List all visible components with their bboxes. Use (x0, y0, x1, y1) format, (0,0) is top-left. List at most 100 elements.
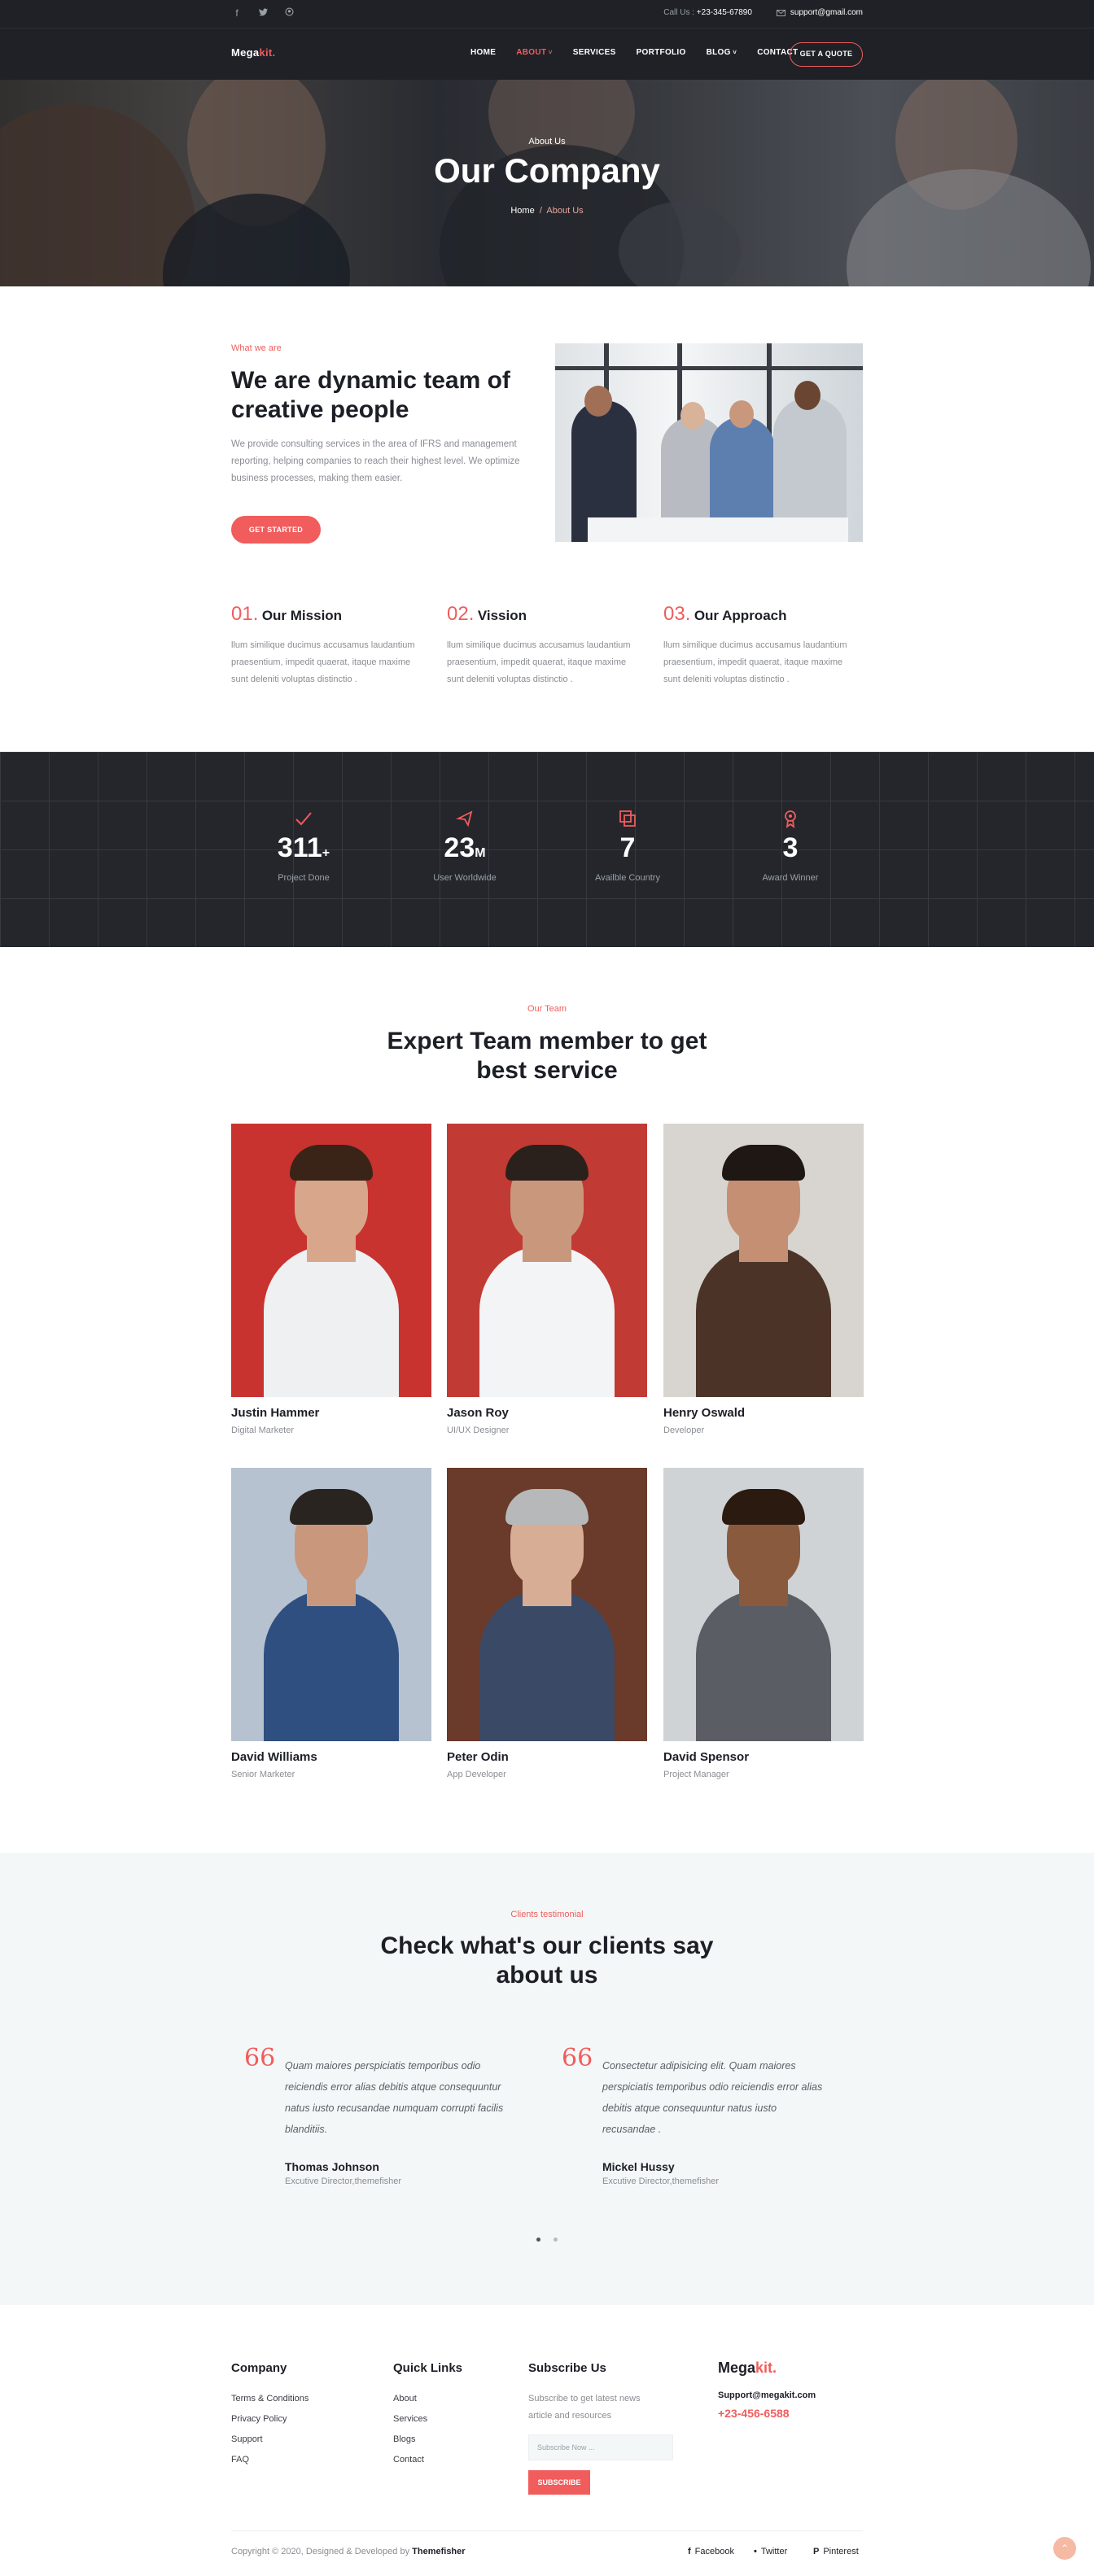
stat-value: 23 (444, 832, 475, 863)
mission-item: 02. Vission llum similique ducimus accusa… (447, 602, 650, 688)
top-phone[interactable]: Call Us : +23-345-67890 (663, 8, 752, 17)
nav-item-blog[interactable]: BLOG ˅ (707, 48, 737, 57)
footer-social-facebook[interactable]: f Facebook (688, 2547, 734, 2556)
carousel-dot[interactable] (554, 2238, 558, 2242)
team-member-name[interactable]: Peter Odin (447, 1750, 509, 1764)
facebook-icon: f (688, 2547, 691, 2556)
team-member-role: Digital Marketer (231, 1426, 295, 1435)
arrow-up-icon: ⌃ (1060, 2543, 1070, 2554)
stat-label: Award Winner (762, 873, 819, 883)
quote-icon: 66 (562, 2044, 593, 2072)
about-body-line: We provide consulting services in the ar… (231, 439, 517, 449)
get-quote-button[interactable]: GET A QUOTE (790, 42, 863, 67)
team-member-name[interactable]: Jason Roy (447, 1406, 509, 1420)
testimonial-quote-line: recusandae . (602, 2124, 662, 2135)
copyright: Copyright © 2020, Designed & Developed b… (231, 2547, 466, 2556)
twitter-icon[interactable] (257, 7, 269, 19)
team-member-photo[interactable] (447, 1468, 647, 1741)
footer-phone[interactable]: +23-456-6588 (718, 2407, 790, 2420)
footer-company-link[interactable]: FAQ (231, 2455, 249, 2465)
scroll-to-top-button[interactable]: ⌃ (1053, 2537, 1076, 2560)
chevron-down-icon: ˅ (546, 49, 553, 56)
about-heading-line: creative people (231, 396, 409, 423)
footer-social-pinterest[interactable]: P Pinterest (813, 2547, 859, 2556)
testimonials-heading: Check what's our clients say about us (0, 1932, 1094, 1990)
testimonials-heading-line: Check what's our clients say (380, 1932, 714, 1959)
nav-item-about[interactable]: ABOUT ˅ (516, 48, 553, 57)
team-member-name[interactable]: David Williams (231, 1750, 317, 1764)
footer-company-link[interactable]: Terms & Conditions (231, 2394, 309, 2404)
page-title: Our Company (434, 151, 660, 190)
footer-quick-link[interactable]: Services (393, 2414, 427, 2424)
stats-section: 311+ Project Done 23M User Worldwide 7 Availb… (0, 752, 1094, 947)
nav-item-portfolio[interactable]: PORTFOLIO (637, 48, 686, 57)
testimonial-quote-line: perspiciatis temporibus odio reiciendis … (602, 2081, 823, 2093)
stat-label: User Worldwide (433, 873, 497, 883)
nav-item-home[interactable]: HOME (470, 48, 496, 57)
top-contact: Call Us : +23-345-67890 support@gmail.co… (663, 8, 863, 17)
footer-company-link[interactable]: Support (231, 2434, 263, 2444)
testimonial-author-role: Excutive Director,themefisher (602, 2177, 720, 2186)
mission-title: Our Approach (694, 608, 787, 623)
logo-main: Mega (231, 46, 260, 59)
footer-logo[interactable]: Megakit. (718, 2360, 777, 2377)
team-heading: Expert Team member to get best service (0, 1027, 1094, 1085)
team-member-name[interactable]: Justin Hammer (231, 1406, 319, 1420)
nav-item-services[interactable]: SERVICES (573, 48, 616, 57)
stat-item: 23M User Worldwide (392, 809, 538, 883)
mission-title: Vission (477, 608, 527, 623)
footer-quick-link[interactable]: Blogs (393, 2434, 416, 2444)
footer-social-twitter[interactable]: • Twitter (754, 2547, 787, 2556)
copyright-brand[interactable]: Themefisher (412, 2547, 465, 2556)
mission-item: 03. Our Approach llum similique ducimus a… (663, 602, 867, 688)
footer-quick-link[interactable]: About (393, 2394, 417, 2404)
subscribe-text-line: Subscribe to get latest news (528, 2394, 641, 2404)
team-member-photo[interactable] (231, 1124, 431, 1397)
site-logo[interactable]: Megakit. (231, 46, 275, 59)
team-eyebrow: Our Team (527, 1004, 567, 1014)
team-member-photo[interactable] (231, 1468, 431, 1741)
about-team-photo (555, 343, 863, 542)
mission-number: 03. (663, 603, 691, 625)
pinterest-icon: P (813, 2547, 820, 2556)
footer-logo-accent: kit. (755, 2360, 777, 2376)
mission-item: 01. Our Mission llum similique ducimus ac… (231, 602, 435, 688)
testimonial-quote-line: Consectetur adipisicing elit. Quam maior… (602, 2060, 796, 2072)
team-member-role: UI/UX Designer (447, 1426, 510, 1435)
nav-item-label: HOME (470, 48, 497, 57)
testimonial-quote-line: reiciendis error alias debitis atque con… (285, 2081, 501, 2093)
facebook-icon[interactable]: f (231, 7, 243, 19)
footer-quick-link[interactable]: Contact (393, 2455, 424, 2465)
hero-subtitle: About Us (528, 137, 566, 146)
about-heading: We are dynamic team of creative people (231, 366, 540, 425)
about-body: We provide consulting services in the ar… (231, 436, 540, 487)
breadcrumb-home[interactable]: Home (510, 206, 534, 216)
team-member-name[interactable]: David Spensor (663, 1750, 749, 1764)
nav-item-label: BLOG (706, 48, 731, 57)
footer-divider (231, 2530, 863, 2531)
team-member-role: Developer (663, 1426, 705, 1435)
mission-text-line: praesentium, impedit quaerat, itaque max… (231, 657, 411, 667)
chevron-down-icon: ˅ (730, 49, 737, 56)
github-icon[interactable] (283, 7, 295, 19)
testimonial-quote: Quam maiores perspiciatis temporibus odi… (285, 2055, 529, 2140)
subscribe-input[interactable]: Subscribe Now ... (528, 2434, 673, 2460)
nav-item-label: PORTFOLIO (636, 48, 686, 57)
mission-text-line: llum similique ducimus accusamus laudant… (231, 640, 415, 650)
footer-company-link[interactable]: Privacy Policy (231, 2414, 287, 2424)
team-member-photo[interactable] (663, 1124, 864, 1397)
mission-text-line: sunt deleniti voluptas distinctio . (447, 675, 573, 684)
team-member-photo[interactable] (447, 1124, 647, 1397)
team-member-name[interactable]: Henry Oswald (663, 1406, 745, 1420)
carousel-dot-active[interactable] (536, 2238, 540, 2242)
top-email[interactable]: support@gmail.com (776, 8, 863, 17)
mission-text-line: sunt deleniti voluptas distinctio . (663, 675, 790, 684)
stat-suffix: M (475, 846, 486, 860)
get-started-button[interactable]: GET STARTED (231, 516, 321, 544)
subscribe-button[interactable]: SUBSCRIBE (528, 2470, 590, 2495)
footer-social-label: Twitter (760, 2547, 788, 2556)
footer-email[interactable]: Support@megakit.com (718, 2390, 816, 2400)
mission-number: 01. (231, 603, 259, 625)
top-social-links: f (231, 7, 295, 19)
team-member-photo[interactable] (663, 1468, 864, 1741)
